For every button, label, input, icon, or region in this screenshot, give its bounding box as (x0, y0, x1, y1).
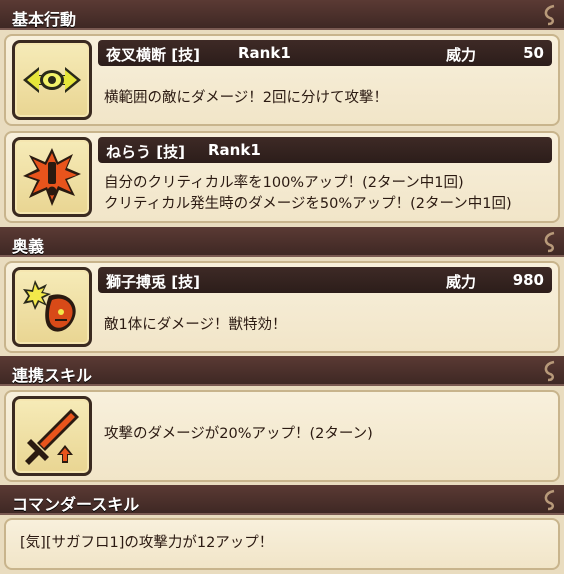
skill-title-bar-3: 獅子搏兎 [技] 威力 980 (98, 267, 552, 293)
skill-icon-frame-3 (12, 267, 92, 347)
renkei-desc: 攻撃のダメージが20%アップ！(2ターン) (104, 426, 373, 442)
skill-card-3[interactable]: 獅子搏兎 [技] 威力 980 敵1体にダメージ！獣特効！ (4, 261, 560, 353)
sword-up-icon (25, 409, 79, 465)
skill-power-label-3: 威力 (446, 273, 477, 291)
skill-desc-line: 敵1体にダメージ！獣特効！ (104, 317, 287, 333)
section-header-basic: 基本行動 (0, 0, 564, 30)
skill-desc-3: 敵1体にダメージ！獣特効！ (104, 315, 548, 336)
commander-card[interactable]: [気][サガフロ1]の攻撃力が12アップ！ (4, 518, 560, 570)
skill-power-label-1: 威力 (446, 46, 477, 64)
renkei-card[interactable]: 攻撃のダメージが20%アップ！(2ターン) (4, 390, 560, 482)
skill-icon-frame-1 (12, 40, 92, 120)
skill-name-1: 夜叉横断 [技] (106, 46, 200, 64)
lion-strike-icon (23, 280, 76, 332)
eye-slash-icon (23, 67, 81, 93)
skill-rank-2: Rank1 (208, 141, 261, 159)
section-header-ougi: 奥義 (0, 227, 564, 257)
curl-ornament-icon (544, 231, 555, 253)
curl-ornament-icon (544, 489, 555, 511)
skill-icon-frame-2 (12, 137, 92, 217)
skill-desc-1: 横範囲の敵にダメージ！2回に分けて攻撃！ (104, 88, 548, 109)
skill-desc-2: 自分のクリティカル率を100%アップ！(2ターン中1回) クリティカル発生時のダ… (104, 173, 548, 215)
section-title-basic: 基本行動 (12, 10, 77, 29)
section-title-ougi: 奥義 (12, 237, 45, 256)
skill-power-value-1: 50 (523, 44, 544, 62)
skill-desc-line: 横範囲の敵にダメージ！2回に分けて攻撃！ (104, 90, 388, 106)
section-header-renkei: 連携スキル (0, 356, 564, 386)
renkei-icon-frame (12, 396, 92, 476)
skill-name-3: 獅子搏兎 [技] (106, 273, 200, 291)
section-header-commander: コマンダースキル (0, 485, 564, 515)
skill-card-1[interactable]: 夜叉横断 [技] Rank1 威力 50 横範囲の敵にダメージ！2回に分けて攻撃… (4, 34, 560, 126)
skill-panel: 基本行動 夜叉横断 [技] Rank1 威力 50 横範囲の敵にダメージ！2回に… (0, 0, 564, 574)
skill-desc-line: クリティカル発生時のダメージを50%アップ！(2ターン中1回) (104, 196, 512, 212)
curl-ornament-icon (544, 360, 555, 382)
skill-power-value-3: 980 (512, 271, 544, 289)
section-title-renkei: 連携スキル (12, 366, 93, 385)
skill-desc-line: 自分のクリティカル率を100%アップ！(2ターン中1回) (104, 175, 464, 191)
skill-title-bar-1: 夜叉横断 [技] Rank1 威力 50 (98, 40, 552, 66)
skill-name-2: ねらう [技] (106, 143, 185, 161)
skill-title-bar-2: ねらう [技] Rank1 (98, 137, 552, 163)
exclamation-burst-icon (23, 148, 81, 206)
skill-card-2[interactable]: ねらう [技] Rank1 自分のクリティカル率を100%アップ！(2ターン中1… (4, 131, 560, 223)
skill-rank-1: Rank1 (238, 44, 291, 62)
curl-ornament-icon (544, 4, 555, 26)
commander-desc: [気][サガフロ1]の攻撃力が12アップ！ (20, 535, 274, 551)
section-title-commander: コマンダースキル (12, 495, 140, 514)
